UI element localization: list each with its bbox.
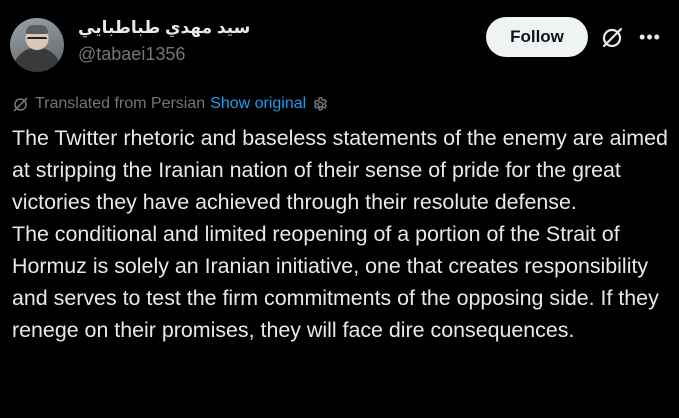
grok-icon[interactable] — [599, 25, 625, 51]
tweet-paragraph: The Twitter rhetoric and baseless statem… — [12, 126, 668, 214]
translation-notice: Translated from Persian Show original — [12, 93, 329, 115]
tweet-paragraph: The conditional and limited reopening of… — [12, 222, 659, 342]
translated-from-label: Translated from Persian — [35, 95, 206, 112]
follow-button[interactable]: Follow — [486, 17, 588, 57]
tweet-text: The Twitter rhetoric and baseless statem… — [12, 122, 672, 346]
translate-icon — [13, 97, 28, 111]
show-original-link[interactable]: Show original — [210, 95, 306, 113]
avatar-glasses — [27, 37, 47, 44]
more-dots-icon[interactable]: ••• — [637, 26, 663, 50]
avatar-hair — [26, 25, 48, 34]
display-name[interactable]: سيد مهدي طباطبايي — [78, 18, 250, 38]
gear-icon[interactable] — [312, 96, 329, 113]
avatar[interactable] — [10, 18, 64, 72]
user-handle[interactable]: @tabaei1356 — [78, 44, 185, 65]
